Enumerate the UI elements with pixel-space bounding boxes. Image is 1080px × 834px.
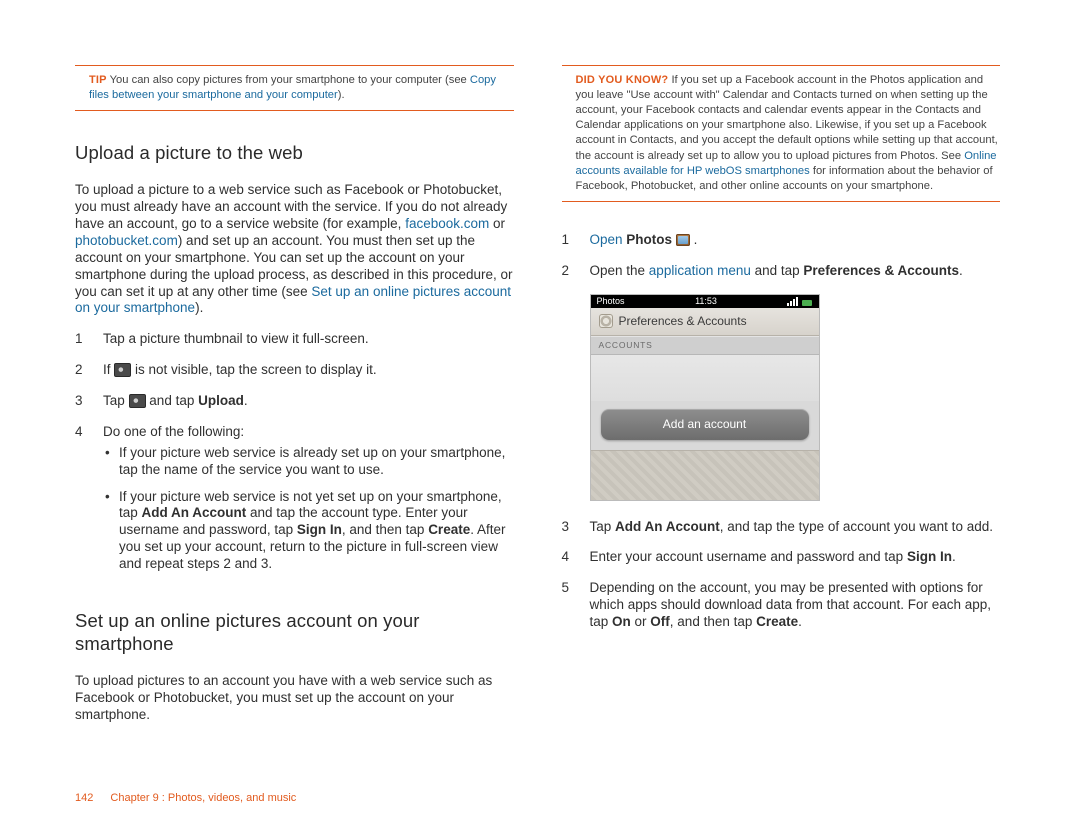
share-icon (129, 394, 146, 408)
status-time: 11:53 (695, 296, 717, 307)
share-icon (114, 363, 131, 377)
r-step-4: 4 Enter your account username and passwo… (562, 549, 1001, 566)
screenshot-title-bar: Preferences & Accounts (591, 308, 819, 336)
open-link[interactable]: Open (590, 232, 623, 247)
screenshot-title: Preferences & Accounts (619, 314, 747, 329)
accounts-list-empty (591, 355, 819, 401)
page-footer: 142 Chapter 9 : Photos, videos, and musi… (75, 792, 296, 806)
dyk-callout: DID YOU KNOW? If you set up a Facebook a… (562, 65, 1001, 202)
step-4: 4 Do one of the following: • If your pic… (75, 424, 514, 583)
setup-intro: To upload pictures to an account you hav… (75, 673, 514, 724)
tip-label: TIP (89, 74, 107, 86)
right-column: DID YOU KNOW? If you set up a Facebook a… (562, 65, 1001, 738)
tip-body-end: ). (338, 89, 345, 101)
setup-steps: 1 Open Photos . 2 Open the application m… (562, 232, 1001, 280)
page-number: 142 (75, 792, 93, 804)
step-4-sub-2: • If your picture web service is not yet… (103, 489, 514, 573)
photos-app-icon (676, 234, 690, 246)
r-step-5: 5 Depending on the account, you may be p… (562, 580, 1001, 631)
link-facebook[interactable]: facebook.com (405, 216, 489, 231)
step-3: 3 Tap and tap Upload. (75, 393, 514, 410)
tip-callout: TIP You can also copy pictures from your… (75, 65, 514, 111)
screenshot-footer-area (591, 450, 819, 500)
step-1: 1 Tap a picture thumbnail to view it ful… (75, 331, 514, 348)
r-step-3: 3 Tap Add An Account, and tap the type o… (562, 519, 1001, 536)
add-account-button[interactable]: Add an account (601, 409, 809, 440)
step-4-subs: • If your picture web service is already… (103, 445, 514, 573)
battery-icon (802, 300, 812, 306)
r-step-1: 1 Open Photos . (562, 232, 1001, 249)
app-menu-link[interactable]: application menu (649, 263, 751, 278)
upload-intro: To upload a picture to a web service suc… (75, 182, 514, 317)
status-bar: Photos 11:53 (591, 295, 819, 308)
left-column: TIP You can also copy pictures from your… (75, 65, 514, 738)
signal-icon (787, 297, 812, 306)
tip-body: You can also copy pictures from your sma… (110, 74, 470, 86)
gear-icon (599, 314, 613, 328)
heading-upload: Upload a picture to the web (75, 141, 514, 164)
heading-setup: Set up an online pictures account on you… (75, 609, 514, 655)
status-app: Photos (597, 296, 625, 307)
setup-steps-cont: 3 Tap Add An Account, and tap the type o… (562, 519, 1001, 631)
dyk-label: DID YOU KNOW? (576, 74, 669, 86)
link-photobucket[interactable]: photobucket.com (75, 233, 178, 248)
step-4-sub-1: • If your picture web service is already… (103, 445, 514, 479)
phone-screenshot: Photos 11:53 Preferences & Accounts ACCO… (590, 294, 820, 501)
accounts-section-label: ACCOUNTS (591, 336, 819, 355)
chapter-label: Chapter 9 : Photos, videos, and music (110, 792, 296, 804)
r-step-2: 2 Open the application menu and tap Pref… (562, 263, 1001, 280)
page: TIP You can also copy pictures from your… (0, 0, 1080, 738)
step-2: 2 If is not visible, tap the screen to d… (75, 362, 514, 379)
upload-steps: 1 Tap a picture thumbnail to view it ful… (75, 331, 514, 583)
dyk-body: If you set up a Facebook account in the … (576, 74, 998, 162)
